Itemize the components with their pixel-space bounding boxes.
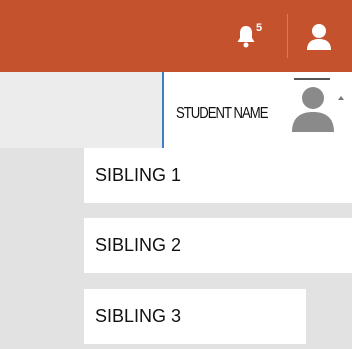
chevron-up-icon [338,96,344,100]
notifications-button[interactable]: 5 [236,22,266,50]
user-icon [307,24,331,50]
user-menu-button[interactable] [304,22,340,54]
header-divider [287,14,288,58]
notification-count-badge: 5 [256,22,263,34]
sibling-item-1[interactable]: SIBLING 1 [84,148,352,203]
sibling-list: SIBLING 1 SIBLING 2 SIBLING 3 [84,148,352,349]
top-bar: 5 [0,0,352,72]
student-name-label: STUDENT NAME [176,105,268,122]
student-avatar [288,76,350,134]
sibling-label: SIBLING 3 [95,306,182,326]
sibling-label: SIBLING 2 [95,235,182,255]
bell-icon [237,26,255,48]
sibling-label: SIBLING 1 [95,165,182,185]
sibling-item-3[interactable]: SIBLING 3 [84,289,306,344]
sibling-item-2[interactable]: SIBLING 2 [84,218,352,273]
student-selector[interactable]: STUDENT NAME [162,72,352,150]
avatar-icon [292,87,334,132]
